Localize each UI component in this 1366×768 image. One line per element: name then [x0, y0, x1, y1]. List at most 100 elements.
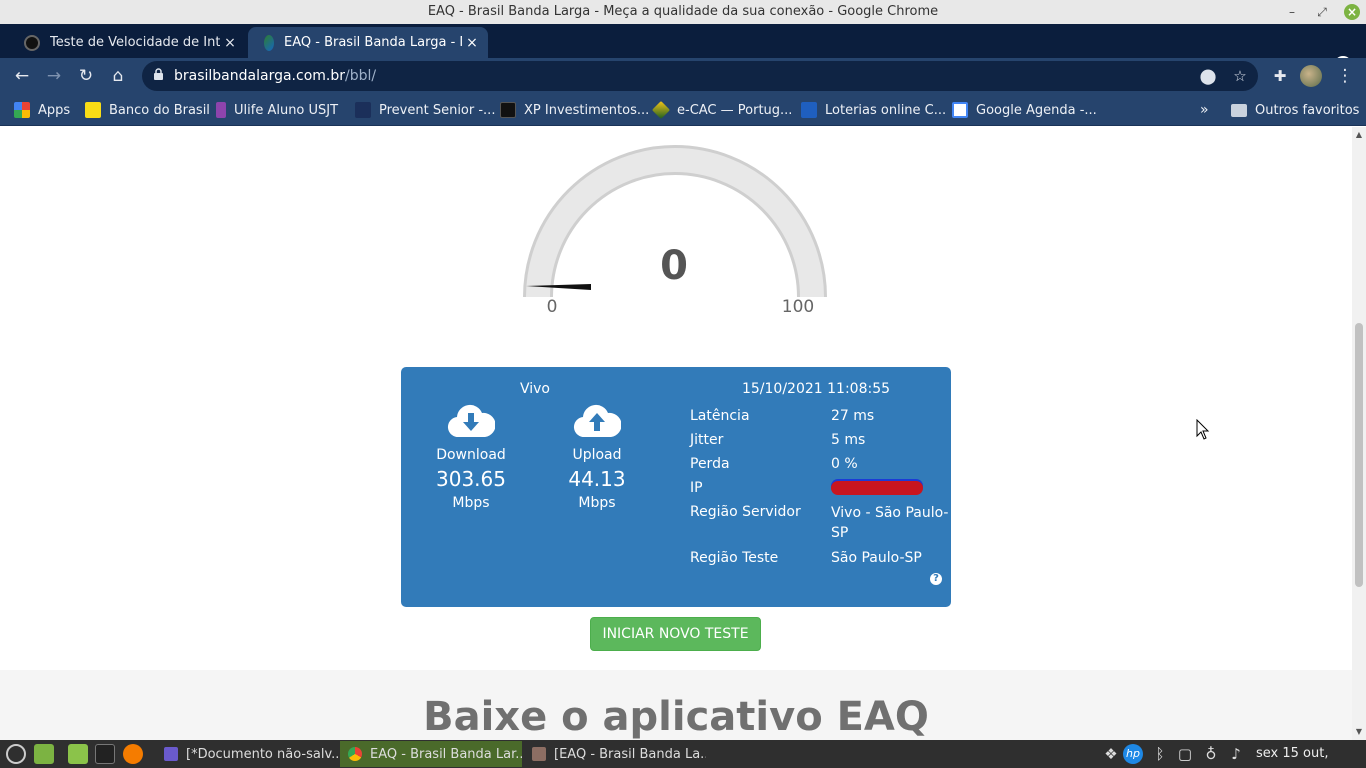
- terminal-icon[interactable]: [95, 744, 115, 764]
- text-editor-icon: [164, 747, 178, 761]
- bookmark-label: Apps: [38, 102, 71, 118]
- volume-icon[interactable]: ♪: [1226, 744, 1246, 764]
- bookmark-label: Loterias online C...: [825, 102, 947, 118]
- taskbar-task-chrome[interactable]: EAQ - Brasil Banda Lar...: [340, 741, 522, 767]
- bookmark-apps[interactable]: Apps: [14, 101, 70, 119]
- app-download-section: Baixe o aplicativo EAQ: [0, 670, 1352, 740]
- metric-row-ip: IP: [690, 479, 950, 497]
- ulife-icon: [216, 102, 226, 118]
- show-desktop-icon[interactable]: [34, 744, 54, 764]
- other-bookmarks[interactable]: Outros favoritos: [1231, 101, 1359, 119]
- metric-key: IP: [690, 480, 703, 496]
- bookmark-google-agenda[interactable]: Google Agenda -...: [952, 101, 1097, 119]
- bookmark-label: Ulife Aluno USJT: [234, 102, 339, 118]
- test-datetime: 15/10/2021 11:08:55: [741, 381, 891, 397]
- dropbox-icon[interactable]: ❖: [1101, 744, 1121, 764]
- tab-close-icon[interactable]: ×: [462, 35, 482, 51]
- reload-icon[interactable]: ↻: [74, 64, 98, 88]
- bookmark-xp[interactable]: XP Investimentos...: [500, 101, 649, 119]
- close-icon[interactable]: ×: [1344, 4, 1360, 20]
- back-icon[interactable]: ←: [10, 64, 34, 88]
- file-manager-icon[interactable]: [68, 744, 88, 764]
- metric-row-perda: Perda 0 %: [690, 455, 950, 473]
- upload-label: Upload: [572, 447, 622, 463]
- help-icon[interactable]: ?: [930, 573, 942, 585]
- speedtest-favicon-icon: [24, 34, 40, 51]
- chrome-icon: [348, 747, 362, 761]
- upload-cloud-icon: [573, 404, 622, 438]
- scroll-down-icon[interactable]: ▼: [1352, 726, 1366, 738]
- bookmark-loterias[interactable]: Loterias online C...: [801, 101, 946, 119]
- bookmark-ulife[interactable]: Ulife Aluno USJT: [216, 101, 338, 119]
- upload-value: 44.13: [568, 467, 626, 491]
- menu-icon[interactable]: [6, 744, 26, 764]
- screen: EAQ - Brasil Banda Larga - Meça a qualid…: [0, 0, 1366, 768]
- bluetooth-icon[interactable]: ᛒ: [1150, 744, 1170, 764]
- lock-icon: [154, 68, 163, 80]
- banco-do-brasil-icon: [85, 102, 101, 118]
- clock[interactable]: sex 15 out, 11:11: [1256, 740, 1366, 768]
- folder-icon: [1231, 103, 1247, 117]
- hp-icon[interactable]: hp: [1123, 744, 1143, 764]
- section-title: Baixe o aplicativo EAQ: [423, 694, 929, 740]
- update-manager-icon[interactable]: ▢: [1175, 744, 1195, 764]
- bookmark-banco-do-brasil[interactable]: Banco do Brasil: [85, 101, 210, 119]
- bookmark-label: e-CAC — Portug...: [677, 102, 793, 118]
- extensions-icon[interactable]: ✚: [1268, 64, 1292, 88]
- metric-key: Latência: [690, 408, 750, 424]
- tab-close-icon[interactable]: ×: [220, 35, 240, 51]
- tab-label: Teste de Velocidade de Intern: [50, 35, 220, 50]
- os-taskbar: [*Documento não-salv... EAQ - Brasil Ban…: [0, 740, 1366, 768]
- ecac-icon: [651, 100, 671, 120]
- taskbar-task-firefox[interactable]: [EAQ - Brasil Banda La...: [524, 741, 706, 767]
- start-new-test-button[interactable]: INICIAR NOVO TESTE: [590, 617, 761, 651]
- bookmark-star-icon[interactable]: ☆: [1230, 66, 1250, 86]
- metric-row-latencia: Latência 27 ms: [690, 407, 950, 425]
- tab-speedtest[interactable]: Teste de Velocidade de Intern ×: [8, 27, 246, 58]
- bookmark-prevent-senior[interactable]: Prevent Senior -...: [355, 101, 495, 119]
- tab-label: EAQ - Brasil Banda Larga - Me: [284, 35, 462, 50]
- minimize-icon[interactable]: –: [1284, 4, 1300, 20]
- bookmark-ecac[interactable]: e-CAC — Portug...: [651, 100, 793, 120]
- firefox-icon[interactable]: [123, 744, 143, 764]
- forward-icon[interactable]: →: [42, 64, 66, 88]
- bookmark-label: Prevent Senior -...: [379, 102, 496, 118]
- url-path: /bbl/: [345, 68, 377, 84]
- metric-row-regiao-teste: Região Teste São Paulo-SP: [690, 549, 950, 567]
- taskbar-task-document[interactable]: [*Documento não-salv...: [156, 741, 338, 767]
- metric-row-regiao-servidor: Região Servidor Vivo - São Paulo-SP: [690, 503, 950, 543]
- gauge-value: 0: [660, 243, 688, 289]
- home-icon[interactable]: ⌂: [106, 64, 130, 88]
- download-cloud-icon: [447, 404, 496, 438]
- tab-eaq[interactable]: EAQ - Brasil Banda Larga - Me ×: [248, 27, 488, 58]
- download-box: Download 303.65 Mbps: [411, 403, 531, 511]
- other-bookmarks-label: Outros favoritos: [1255, 102, 1360, 118]
- metric-key: Perda: [690, 456, 730, 472]
- bookmark-label: Banco do Brasil: [109, 102, 210, 118]
- restore-icon[interactable]: ⤢: [1314, 4, 1330, 20]
- metric-key: Jitter: [690, 432, 724, 448]
- metric-value: 27 ms: [831, 408, 875, 424]
- prevent-senior-icon: [355, 102, 371, 118]
- address-bar[interactable]: brasilbandalarga.com.br/bbl/ ⬤ ☆: [142, 61, 1258, 91]
- location-icon[interactable]: ⬤: [1198, 66, 1218, 86]
- chrome-menu-icon[interactable]: ⋮: [1333, 64, 1357, 88]
- profile-avatar[interactable]: [1300, 65, 1322, 87]
- scroll-up-icon[interactable]: ▲: [1352, 129, 1366, 141]
- result-card: Vivo 15/10/2021 11:08:55 Download 303.65…: [401, 367, 951, 607]
- provider-name: Vivo: [519, 381, 550, 397]
- browser-window-icon: [532, 747, 546, 761]
- scrollbar-thumb[interactable]: [1355, 323, 1363, 587]
- window-title: EAQ - Brasil Banda Larga - Meça a qualid…: [427, 4, 939, 19]
- google-calendar-icon: [952, 102, 968, 118]
- mouse-cursor-icon: [1196, 419, 1210, 440]
- url-text: brasilbandalarga.com.br/bbl/: [174, 61, 376, 91]
- url-host: brasilbandalarga.com.br: [174, 68, 345, 84]
- redshift-icon[interactable]: ♁: [1201, 744, 1221, 764]
- bookmark-label: XP Investimentos...: [524, 102, 650, 118]
- bookmarks-bar: Apps Banco do Brasil Ulife Aluno USJT Pr…: [0, 94, 1366, 126]
- redaction-scribble: [831, 481, 923, 495]
- bookmarks-overflow-icon[interactable]: »: [1200, 101, 1209, 119]
- metric-value: São Paulo-SP: [831, 550, 922, 566]
- page-scrollbar[interactable]: ▲ ▼: [1352, 127, 1366, 740]
